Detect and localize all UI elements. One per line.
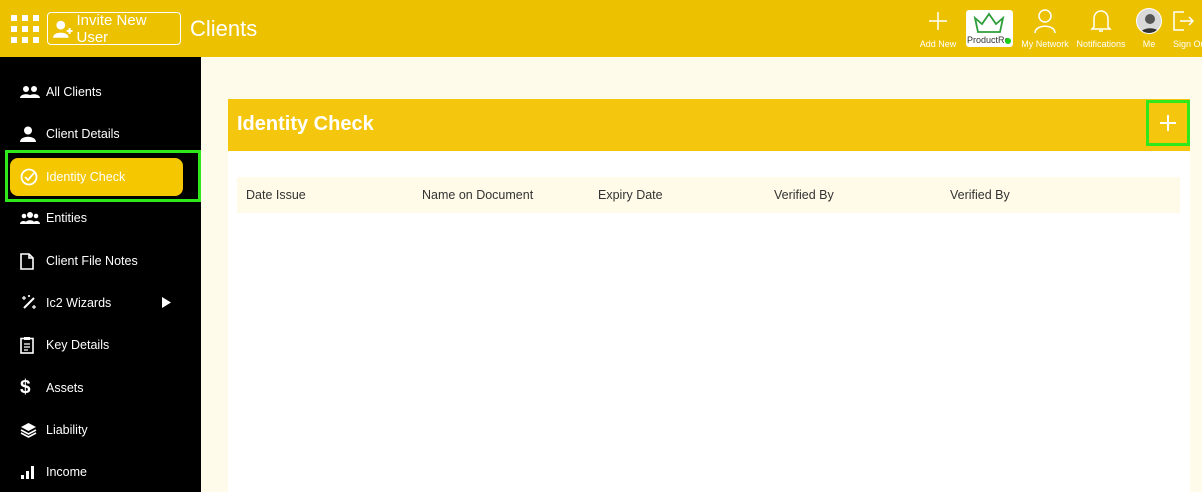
sign-out-label: Sign Out: [1173, 39, 1202, 49]
sidebar-item-label: Liability: [46, 423, 88, 437]
sidebar-item-key-details[interactable]: Key Details: [10, 326, 183, 364]
table-header: Date Issue Name on Document Expiry Date …: [237, 177, 1180, 213]
invite-button-label: Invite New User: [76, 11, 147, 46]
add-new-button[interactable]: Add New: [908, 6, 968, 49]
sidebar-item-label: Key Details: [46, 338, 110, 352]
my-network-button[interactable]: My Network: [1015, 6, 1075, 49]
logo-text: ProductRe: [967, 35, 1010, 45]
file-icon: [20, 252, 46, 270]
identity-check-content: Date Issue Name on Document Expiry Date …: [228, 151, 1190, 492]
layers-icon: [20, 422, 46, 438]
product-logo[interactable]: ProductRe: [966, 10, 1013, 47]
group-icon: [20, 211, 46, 225]
sidebar-item-client-file-notes[interactable]: Client File Notes: [10, 242, 183, 280]
panel-title: Identity Check: [237, 113, 374, 135]
user-icon: [20, 126, 46, 142]
add-user-icon: [52, 20, 73, 38]
column-header-verified-by-2[interactable]: Verified By: [950, 188, 1010, 202]
top-bar: Invite New User Clients Add New ProductR…: [0, 0, 1202, 57]
clipboard-icon: [20, 336, 46, 354]
sidebar-item-label: Ic2 Wizards: [46, 296, 112, 310]
sidebar-item-income[interactable]: Income: [10, 453, 183, 491]
add-new-label: Add New: [919, 39, 957, 49]
identity-check-panel-header: Identity Check: [228, 99, 1190, 151]
avatar: [1136, 8, 1162, 34]
users-icon: [20, 85, 46, 99]
sidebar-item-assets[interactable]: $ Assets: [10, 369, 183, 407]
sidebar-item-liability[interactable]: Liability: [10, 411, 183, 449]
page-title: Clients: [190, 16, 258, 41]
sidebar-item-label: Entities: [46, 211, 87, 225]
column-header-expiry-date[interactable]: Expiry Date: [598, 188, 663, 202]
column-header-date-issue[interactable]: Date Issue: [246, 188, 306, 202]
bar-chart-icon: [20, 465, 46, 479]
sidebar-item-client-details[interactable]: Client Details: [10, 115, 183, 153]
sign-out-button[interactable]: Sign Out: [1162, 6, 1202, 49]
sidebar-item-label: Client File Notes: [46, 254, 138, 268]
plus-icon: [1160, 115, 1176, 131]
user-outline-icon: [1034, 9, 1056, 34]
sidebar-item-label: Client Details: [46, 127, 120, 141]
caret-right-icon[interactable]: [162, 297, 171, 308]
invite-new-user-button[interactable]: Invite New User: [47, 11, 181, 46]
sidebar-item-label: Income: [46, 465, 87, 479]
online-status-dot: [1005, 38, 1011, 44]
sidebar-item-label: All Clients: [46, 85, 102, 99]
active-item-highlight: [5, 150, 201, 202]
plus-icon: [929, 12, 947, 30]
crown-icon: [973, 12, 1005, 33]
add-identity-check-button[interactable]: [1146, 100, 1190, 146]
my-network-label: My Network: [1021, 39, 1069, 49]
sidebar: All Clients Client Details Identity Chec…: [0, 57, 201, 492]
column-header-verified-by[interactable]: Verified By: [774, 188, 834, 202]
sidebar-item-ic2-wizards[interactable]: Ic2 Wizards: [10, 284, 183, 322]
app-grid-icon[interactable]: [11, 15, 39, 43]
me-label: Me: [1142, 39, 1156, 49]
sidebar-item-all-clients[interactable]: All Clients: [10, 73, 183, 111]
sidebar-item-entities[interactable]: Entities: [10, 199, 183, 237]
sign-out-icon: [1173, 11, 1194, 31]
sidebar-item-label: Assets: [46, 381, 84, 395]
bell-icon: [1090, 10, 1112, 32]
magic-wand-icon: [20, 294, 46, 312]
dollar-icon: $: [20, 377, 31, 398]
column-header-name-on-document[interactable]: Name on Document: [422, 188, 533, 202]
